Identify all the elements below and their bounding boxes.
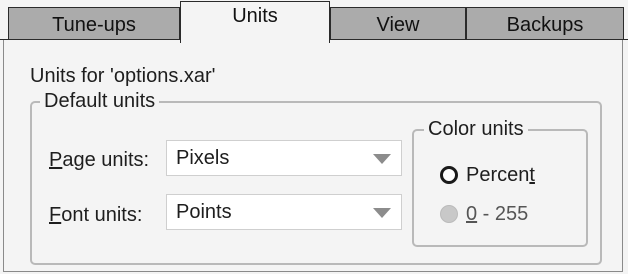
page-units-value: Pixels <box>176 147 230 169</box>
tab-tune-ups-label: Tune-ups <box>52 14 136 36</box>
units-for-file-label: Units for 'options.xar' <box>30 65 216 87</box>
font-units-label-mnemonic: F <box>49 204 62 226</box>
tab-units[interactable]: Units <box>180 1 330 43</box>
tab-backups-label: Backups <box>506 14 584 36</box>
color-units-group: Color units Percent 0 - 255 <box>412 118 588 247</box>
color-units-0-255-option[interactable]: 0 - 255 <box>440 202 570 228</box>
percent-option-label-mnemonic: t <box>529 164 535 186</box>
radio-unselected-icon[interactable] <box>440 205 458 223</box>
font-units-label-text: ont units: <box>61 204 143 226</box>
range-option-label-mnemonic: 0 <box>466 203 478 225</box>
color-units-percent-option[interactable]: Percent <box>440 163 570 189</box>
font-units-select[interactable]: Points <box>166 194 402 230</box>
radio-selected-icon[interactable] <box>440 166 458 184</box>
tab-view[interactable]: View <box>330 7 466 39</box>
tab-units-label: Units <box>232 5 278 27</box>
font-units-label: Font units: <box>49 204 142 227</box>
color-units-legend: Color units <box>424 118 528 140</box>
dropdown-arrow-icon[interactable] <box>373 208 391 218</box>
dropdown-arrow-icon[interactable] <box>373 154 391 164</box>
range-option-label-rest: - 255 <box>477 203 529 225</box>
font-units-value: Points <box>176 201 232 223</box>
page-units-select[interactable]: Pixels <box>166 140 402 176</box>
default-units-group: Default units Page units: Pixels Font un… <box>30 90 602 265</box>
tab-tune-ups[interactable]: Tune-ups <box>8 7 180 39</box>
page-units-label-text: age units: <box>62 149 150 171</box>
tab-view-label: View <box>376 14 420 36</box>
page-units-label: Page units: <box>49 149 149 172</box>
units-tab-panel: Units for 'options.xar' Default units Pa… <box>3 40 623 272</box>
range-option-label: 0 - 255 <box>466 202 528 226</box>
tab-backups[interactable]: Backups <box>466 7 624 39</box>
page-units-label-mnemonic: P <box>49 149 63 171</box>
default-units-legend: Default units <box>40 90 160 112</box>
percent-option-label: Percent <box>466 163 535 187</box>
percent-option-label-text: Percen <box>466 164 530 186</box>
